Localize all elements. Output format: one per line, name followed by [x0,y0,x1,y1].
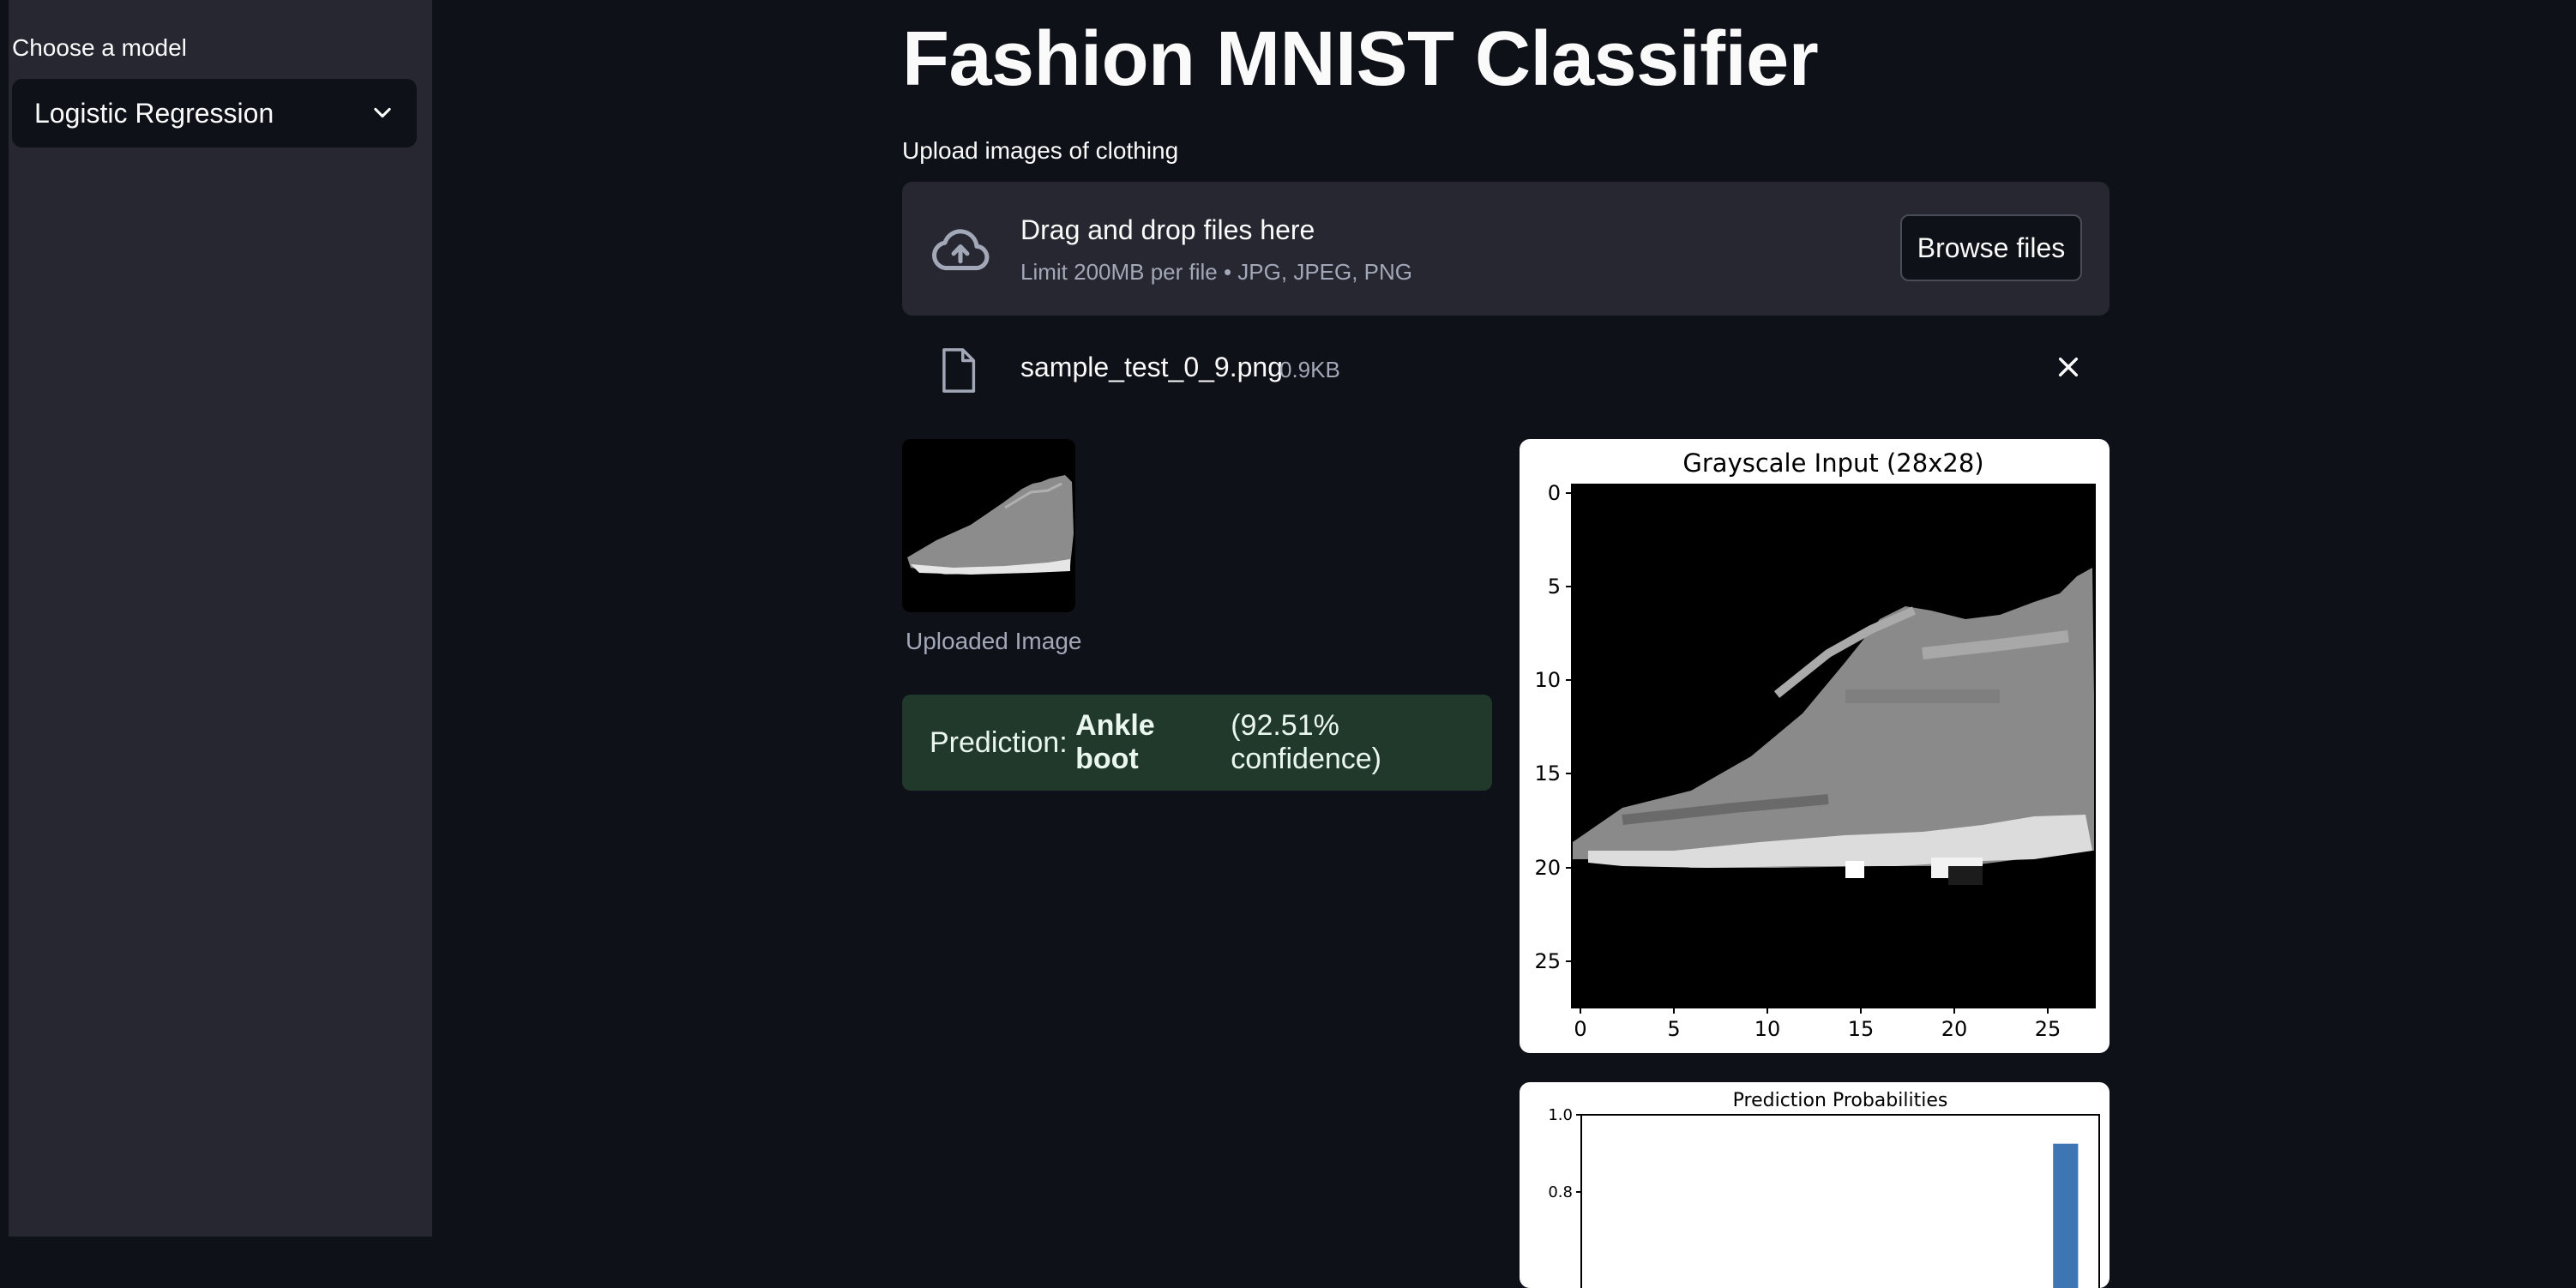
browse-files-button[interactable]: Browse files [1900,214,2082,281]
upload-label: Upload images of clothing [902,137,1179,164]
close-icon[interactable] [2055,353,2082,381]
uploaded-image [902,439,1075,612]
uploaded-file-row: sample_test_0_9.png 0.9KB [902,336,2110,401]
probability-chart: Prediction Probabilities 1.0 0.8 [1520,1082,2110,1288]
prediction-confidence: (92.51% confidence) [1231,709,1381,775]
file-icon [942,348,976,393]
model-select-value: Logistic Regression [34,97,274,129]
file-size: 0.9KB [1279,357,1340,382]
dropzone-title: Drag and drop files here [1020,214,1315,245]
uploaded-image-caption: Uploaded Image [906,628,1082,654]
model-select-label: Choose a model [12,34,187,61]
page-title: Fashion MNIST Classifier [902,16,1819,102]
model-select[interactable]: Logistic Regression [12,79,417,147]
sidebar: Choose a model Logistic Regression [0,0,432,1237]
ankle-boot-thumbnail [902,439,1075,612]
y-tick-label: 15 [1534,761,1561,785]
dropzone-subtitle: Limit 200MB per file • JPG, JPEG, PNG [1020,259,1413,285]
x-tick-label: 25 [2035,1017,2061,1041]
y-tick-label: 10 [1534,668,1561,692]
probability-bar [2053,1143,2079,1288]
y-tick-label: 0 [1548,481,1561,505]
x-tick-label: 15 [1848,1017,1875,1041]
y-tick-label: 0.8 [1548,1183,1573,1201]
file-name: sample_test_0_9.png [1020,352,1283,382]
chart-title: Prediction Probabilities [1733,1090,1948,1111]
chevron-down-icon [374,107,391,118]
y-tick-label: 5 [1548,575,1561,599]
prediction-label: Ankle boot [1075,709,1155,775]
y-tick-label: 20 [1534,856,1561,880]
probability-figure: Prediction Probabilities 1.0 0.8 [1548,1090,2100,1288]
y-tick-label: 1.0 [1548,1106,1573,1124]
x-tick-label: 0 [1574,1017,1586,1041]
prediction-prefix: Prediction: [930,725,1068,759]
grayscale-plot: Grayscale Input (28x28) 0 5 10 15 20 25 [1520,439,2110,1053]
prediction-alert: Prediction: Ankle boot (92.51% confidenc… [902,695,1492,791]
cloud-upload-icon [932,229,990,271]
x-tick-label: 20 [1941,1017,1968,1041]
y-tick-label: 25 [1534,949,1561,973]
grayscale-figure: Grayscale Input (28x28) 0 5 10 15 20 25 [1534,448,2096,1041]
x-tick-label: 5 [1667,1017,1680,1041]
grayscale-plot-title: Grayscale Input (28x28) [1682,448,1983,478]
x-tick-label: 10 [1754,1017,1781,1041]
plot-frame [1580,1114,2100,1288]
file-dropzone[interactable]: Drag and drop files here Limit 200MB per… [902,182,2110,316]
